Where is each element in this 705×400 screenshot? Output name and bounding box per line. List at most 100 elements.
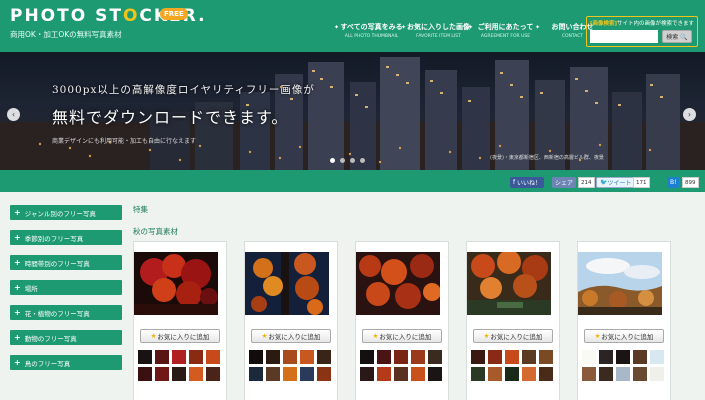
- color-swatch[interactable]: [599, 350, 613, 364]
- color-swatches: [360, 350, 444, 381]
- add-favorite-button[interactable]: ★ お気に入りに追加: [140, 329, 220, 343]
- color-swatch[interactable]: [283, 350, 297, 364]
- color-swatch[interactable]: [582, 367, 596, 381]
- sidebar-item-season[interactable]: + 季節別のフリー写真: [10, 230, 122, 245]
- color-swatch[interactable]: [428, 350, 442, 364]
- color-swatch[interactable]: [488, 350, 502, 364]
- autumn-sky-photo[interactable]: [578, 252, 662, 315]
- color-swatches: [249, 350, 333, 381]
- facebook-like-button[interactable]: f いいね！: [510, 177, 545, 188]
- sidebar-item-birds[interactable]: + 鳥のフリー写真: [10, 355, 122, 370]
- nav-favorites[interactable]: ✦ お気に入りした画像 FAVORITE ITEM LIST: [401, 22, 472, 39]
- color-swatch[interactable]: [522, 350, 536, 364]
- color-swatch[interactable]: [428, 367, 442, 381]
- sidebar-item-genre[interactable]: + ジャンル別のフリー写真: [10, 205, 122, 220]
- color-swatch[interactable]: [377, 350, 391, 364]
- color-swatch[interactable]: [488, 367, 502, 381]
- color-swatch[interactable]: [138, 367, 152, 381]
- color-swatch[interactable]: [633, 350, 647, 364]
- color-swatch[interactable]: [650, 350, 664, 364]
- color-swatch[interactable]: [616, 350, 630, 364]
- color-swatch[interactable]: [266, 367, 280, 381]
- photo-card: ★ お気に入りに追加: [577, 241, 671, 400]
- color-swatch[interactable]: [539, 350, 553, 364]
- color-swatch[interactable]: [206, 367, 220, 381]
- autumn-maple-photo[interactable]: [134, 252, 218, 315]
- add-favorite-button[interactable]: ★ お気に入りに追加: [362, 329, 442, 343]
- sidebar-item-time[interactable]: + 時間帯別のフリー写真: [10, 255, 122, 270]
- add-favorite-button[interactable]: ★ お気に入りに追加: [584, 329, 664, 343]
- color-swatch[interactable]: [300, 367, 314, 381]
- facebook-share-button[interactable]: シェア: [552, 177, 577, 188]
- color-swatch[interactable]: [505, 350, 519, 364]
- color-swatch[interactable]: [650, 367, 664, 381]
- color-swatch[interactable]: [283, 367, 297, 381]
- plus-icon: +: [14, 208, 21, 217]
- sidebar-item-place[interactable]: + 場所: [10, 280, 122, 295]
- color-swatch[interactable]: [616, 367, 630, 381]
- hero-caption: (夜景)・東京都新宿区、西新宿の高層ビル群、夜景: [490, 155, 604, 161]
- color-swatch[interactable]: [317, 350, 331, 364]
- hero-note: 商業デザインにも利用可能・加工も自由に行なえます: [52, 138, 197, 145]
- color-swatch[interactable]: [206, 350, 220, 364]
- site-logo[interactable]: PHOTO STOCKER. FREE 商用OK・加工OKの無料写真素材: [10, 6, 207, 40]
- star-icon: ★: [594, 332, 601, 340]
- color-swatch[interactable]: [394, 367, 408, 381]
- color-swatch[interactable]: [138, 350, 152, 364]
- nav-all-photos[interactable]: ✦ すべての写真をみる ALL PHOTO THUMBNAIL: [334, 22, 405, 39]
- star-icon: ★: [372, 332, 379, 340]
- slider-prev-arrow-icon[interactable]: ‹: [7, 108, 20, 121]
- slider-dot[interactable]: [330, 158, 335, 163]
- slider-dot[interactable]: [360, 158, 365, 163]
- sidebar-item-animals[interactable]: + 動物のフリー写真: [10, 330, 122, 345]
- slider-dot[interactable]: [350, 158, 355, 163]
- color-swatch[interactable]: [300, 350, 314, 364]
- color-swatch[interactable]: [522, 367, 536, 381]
- color-swatch[interactable]: [505, 367, 519, 381]
- color-swatch[interactable]: [155, 367, 169, 381]
- color-swatch[interactable]: [172, 367, 186, 381]
- color-swatch[interactable]: [360, 367, 374, 381]
- star-icon: ★: [150, 332, 157, 340]
- color-swatch[interactable]: [377, 367, 391, 381]
- hatena-count: 899: [682, 177, 699, 188]
- color-swatch[interactable]: [189, 367, 203, 381]
- star-icon: ★: [261, 332, 268, 340]
- color-swatch[interactable]: [539, 367, 553, 381]
- search-button[interactable]: 検索 🔍: [662, 30, 692, 43]
- nav-agreement[interactable]: ✦ ご利用にあたって AGREEMENT FOR USE: [468, 22, 539, 39]
- color-swatch[interactable]: [411, 367, 425, 381]
- color-swatch[interactable]: [249, 367, 263, 381]
- plus-icon: +: [14, 283, 21, 292]
- autumn-garden-photo[interactable]: [467, 250, 551, 315]
- tweet-button[interactable]: 🐦 ツイート: [596, 177, 636, 188]
- color-swatch[interactable]: [189, 350, 203, 364]
- add-favorite-button[interactable]: ★ お気に入りに追加: [473, 329, 553, 343]
- color-swatch[interactable]: [599, 367, 613, 381]
- subsection-title[interactable]: 秋の写真素材: [133, 226, 693, 237]
- color-swatch[interactable]: [633, 367, 647, 381]
- slider-next-arrow-icon[interactable]: ›: [683, 108, 696, 121]
- color-swatch[interactable]: [155, 350, 169, 364]
- color-swatch[interactable]: [394, 350, 408, 364]
- color-swatch[interactable]: [471, 350, 485, 364]
- sidebar-item-plants[interactable]: + 花・植物のフリー写真: [10, 305, 122, 320]
- color-swatches: [471, 350, 555, 381]
- photo-card: ★ お気に入りに追加: [133, 241, 227, 400]
- color-swatch[interactable]: [266, 350, 280, 364]
- color-swatch[interactable]: [360, 350, 374, 364]
- photo-card: ★ お気に入りに追加: [355, 241, 449, 400]
- add-favorite-button[interactable]: ★ お気に入りに追加: [251, 329, 331, 343]
- color-swatch[interactable]: [471, 367, 485, 381]
- color-swatch[interactable]: [317, 367, 331, 381]
- logo-subtitle: 商用OK・加工OKの無料写真素材: [10, 30, 122, 39]
- autumn-leaves-photo[interactable]: [245, 252, 329, 315]
- autumn-maple-photo[interactable]: [356, 252, 441, 315]
- slider-dot[interactable]: [340, 158, 345, 163]
- hatena-bookmark-button[interactable]: B!: [668, 177, 679, 188]
- color-swatch[interactable]: [582, 350, 596, 364]
- color-swatch[interactable]: [249, 350, 263, 364]
- search-input[interactable]: [590, 30, 658, 43]
- color-swatch[interactable]: [172, 350, 186, 364]
- color-swatch[interactable]: [411, 350, 425, 364]
